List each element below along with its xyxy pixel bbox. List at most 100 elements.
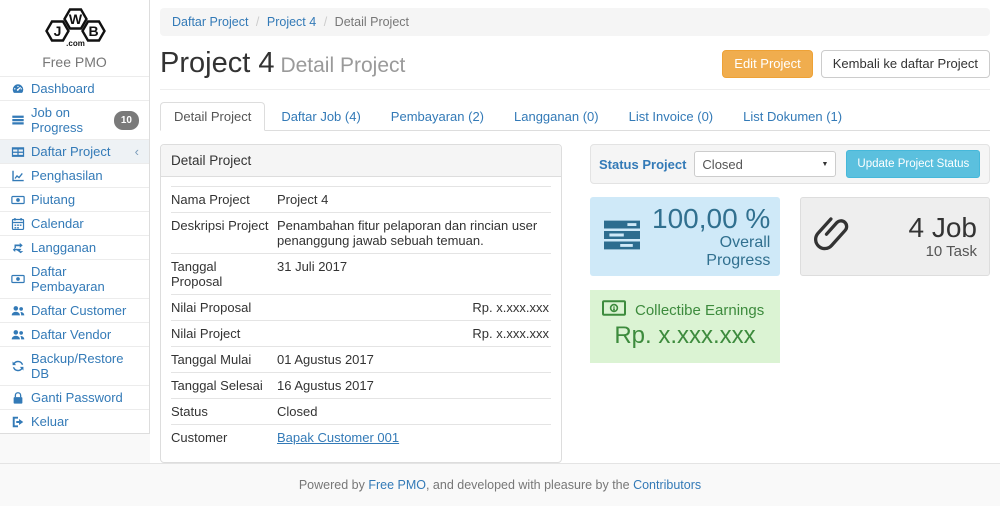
sidebar-item-label: Dashboard	[31, 81, 95, 96]
row-value: 31 Juli 2017	[277, 254, 551, 295]
table-row: Status Closed	[171, 399, 551, 425]
sidebar-item-label: Langganan	[31, 240, 96, 255]
sidebar-item-backup-restore-db[interactable]: Backup/Restore DB	[0, 346, 149, 385]
sidebar-item-label: Backup/Restore DB	[31, 351, 139, 381]
breadcrumb-separator: /	[320, 15, 331, 29]
detail-table: Nama Project Project 4 Deskripsi Project…	[171, 186, 551, 450]
update-project-status-button[interactable]: Update Project Status	[846, 150, 980, 178]
tab-list-invoice[interactable]: List Invoice (0)	[615, 102, 728, 131]
line-chart-icon	[10, 169, 26, 183]
retweet-icon	[10, 241, 26, 255]
paperclip-icon	[813, 213, 851, 260]
sidebar-item-label: Job on Progress	[31, 105, 114, 135]
sidebar-item-job-on-progress[interactable]: Job on Progress 10	[0, 100, 149, 139]
jobs-card: 4 Job 10 Task	[800, 197, 990, 276]
chevron-left-icon: ‹	[135, 144, 139, 159]
row-label: Nama Project	[171, 187, 277, 213]
tab-daftar-job[interactable]: Daftar Job (4)	[267, 102, 374, 131]
sidebar-item-keluar[interactable]: Keluar	[0, 409, 149, 433]
breadcrumb-link-project-4[interactable]: Project 4	[267, 15, 316, 29]
status-project-select[interactable]: Closed ▼	[694, 151, 836, 177]
sidebar-item-label: Calendar	[31, 216, 84, 231]
tasks-icon	[602, 217, 642, 256]
money-icon	[10, 193, 26, 207]
sidebar-item-daftar-vendor[interactable]: Daftar Vendor	[0, 322, 149, 346]
sidebar-item-label: Piutang	[31, 192, 75, 207]
tab-content: Detail Project Nama Project Project 4 De…	[160, 144, 990, 463]
header-buttons: Edit Project Kembali ke daftar Project	[722, 50, 990, 80]
edit-project-button[interactable]: Edit Project	[722, 50, 812, 78]
sidebar-menu: Dashboard Job on Progress 10 Daftar Proj…	[0, 76, 149, 433]
row-value: 01 Agustus 2017	[277, 347, 551, 373]
sidebar-item-label: Daftar Project	[31, 144, 110, 159]
project-tabs: Detail Project Daftar Job (4) Pembayaran…	[160, 102, 990, 131]
row-label: Status	[171, 399, 277, 425]
job-count-badge: 10	[114, 111, 139, 130]
breadcrumb-link-daftar-project[interactable]: Daftar Project	[172, 15, 248, 29]
page-header: Project 4Detail Project Edit Project Kem…	[160, 47, 990, 90]
sidebar-item-langganan[interactable]: Langganan	[0, 235, 149, 259]
tab-detail-project[interactable]: Detail Project	[160, 102, 265, 131]
tab-langganan[interactable]: Langganan (0)	[500, 102, 613, 131]
svg-text:J: J	[53, 23, 61, 39]
sidebar-item-daftar-pembayaran[interactable]: Daftar Pembayaran	[0, 259, 149, 298]
page-title: Project 4	[160, 47, 274, 79]
sidebar-item-label: Penghasilan	[31, 168, 103, 183]
row-label: Deskripsi Project	[171, 213, 277, 254]
collectible-earnings-card: Collectibe Earnings Rp. x.xxx.xxx	[590, 290, 780, 363]
sidebar-item-piutang[interactable]: Piutang	[0, 187, 149, 211]
calendar-icon	[10, 217, 26, 231]
svg-text:B: B	[88, 23, 98, 39]
earnings-header: Collectibe Earnings	[602, 300, 768, 320]
progress-label: Overall Progress	[652, 234, 770, 270]
jwb-logo-icon: W J B .com	[38, 7, 112, 49]
panel-title: Detail Project	[161, 145, 561, 177]
table-row: Tanggal Selesai 16 Agustus 2017	[171, 373, 551, 399]
row-label: Tanggal Proposal	[171, 254, 277, 295]
brand-name: Free PMO	[0, 54, 149, 70]
row-label: Customer	[171, 425, 277, 451]
overall-progress-card: 100,00 % Overall Progress	[590, 197, 780, 276]
row-label: Nilai Proposal	[171, 295, 277, 321]
table-row: Tanggal Proposal 31 Juli 2017	[171, 254, 551, 295]
table-icon	[10, 145, 26, 159]
select-caret-icon: ▼	[821, 161, 828, 168]
sidebar-item-penghasilan[interactable]: Penghasilan	[0, 163, 149, 187]
row-label: Nilai Project	[171, 321, 277, 347]
customer-link[interactable]: Bapak Customer 001	[277, 430, 399, 445]
sidebar-item-label: Keluar	[31, 414, 69, 429]
money-icon	[10, 272, 26, 286]
breadcrumb-current: Detail Project	[335, 15, 409, 29]
refresh-icon	[10, 359, 26, 373]
footer-link-free-pmo[interactable]: Free PMO	[368, 478, 426, 492]
sidebar-item-calendar[interactable]: Calendar	[0, 211, 149, 235]
row-value: Closed	[277, 399, 551, 425]
breadcrumb-separator: /	[252, 15, 263, 29]
users-icon	[10, 304, 26, 318]
summary-cards-row: 100,00 % Overall Progress 4 Job 10 Task	[590, 197, 990, 276]
row-value: Project 4	[277, 187, 551, 213]
svg-text:.com: .com	[66, 39, 85, 48]
back-to-project-list-button[interactable]: Kembali ke daftar Project	[821, 50, 990, 78]
sidebar-item-dashboard[interactable]: Dashboard	[0, 76, 149, 100]
footer-link-contributors[interactable]: Contributors	[633, 478, 701, 492]
sidebar-item-daftar-project[interactable]: Daftar Project ‹	[0, 139, 149, 163]
svg-text:W: W	[68, 11, 82, 27]
row-label: Tanggal Selesai	[171, 373, 277, 399]
jobs-text: 4 Job 10 Task	[909, 213, 978, 260]
status-selected-option: Closed	[702, 157, 742, 172]
brand: W J B .com Free PMO	[0, 0, 149, 76]
sidebar: W J B .com Free PMO Dashboard Job on Pro…	[0, 0, 150, 434]
table-row: Nilai Proposal Rp. x.xxx.xxx	[171, 295, 551, 321]
sidebar-item-ganti-password[interactable]: Ganti Password	[0, 385, 149, 409]
sign-out-icon	[10, 415, 26, 429]
progress-value: 100,00 %	[652, 204, 770, 234]
tab-pembayaran[interactable]: Pembayaran (2)	[377, 102, 498, 131]
row-value: 16 Agustus 2017	[277, 373, 551, 399]
row-value: Rp. x.xxx.xxx	[277, 295, 551, 321]
sidebar-item-daftar-customer[interactable]: Daftar Customer	[0, 298, 149, 322]
row-label: Tanggal Mulai	[171, 347, 277, 373]
table-row: Nama Project Project 4	[171, 187, 551, 213]
table-row: Nilai Project Rp. x.xxx.xxx	[171, 321, 551, 347]
tab-list-dokumen[interactable]: List Dokumen (1)	[729, 102, 856, 131]
